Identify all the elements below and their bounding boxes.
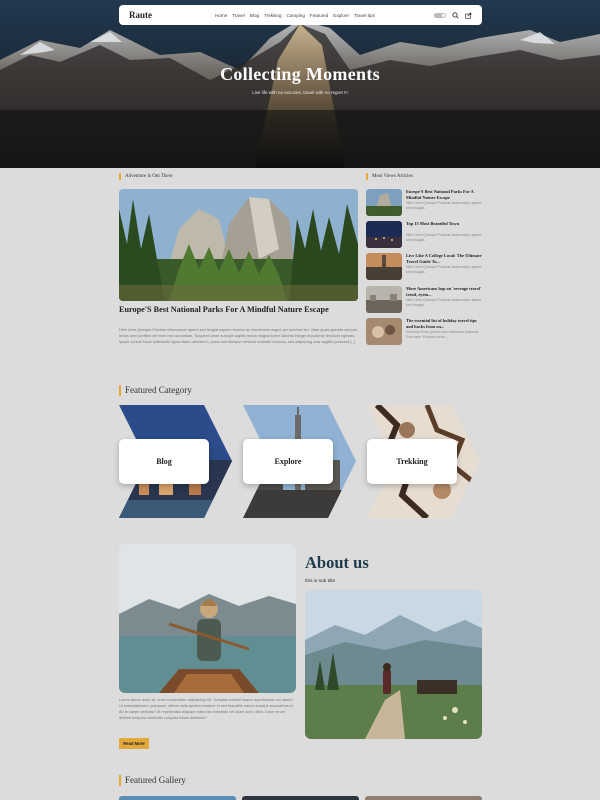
article-title[interactable]: Europe'S Best National Parks For A Mindf… (406, 189, 482, 200)
share-icon[interactable] (465, 12, 472, 19)
category-tile-blog[interactable]: Blog (119, 405, 232, 518)
article-excerpt: Nibh Urna Quisque Pulvinar ullamcorper a… (406, 298, 482, 307)
nav-link-camping[interactable]: Camping (287, 13, 305, 18)
nav-link-explore[interactable]: Explore (333, 13, 349, 18)
most-viewed-item[interactable]: Live Like A College Local: The Ultimate … (366, 253, 482, 280)
hero-title: Collecting Moments (220, 64, 380, 84)
featured-category-heading: Featured Category (119, 385, 192, 396)
hero-subtitle: Live life with no excuses, travel with n… (252, 90, 348, 95)
article-thumbnail[interactable] (366, 189, 402, 216)
featured-gallery-heading: Featured Gallery (119, 775, 186, 786)
most-viewed-item[interactable]: Top 15 Most Beautiful Town Nibh Urna Qui… (366, 221, 482, 248)
article-title[interactable]: The essential list of holiday travel tip… (406, 318, 482, 329)
search-icon[interactable] (452, 11, 459, 19)
nav-links: Home Travel Blog Trekking Camping Featur… (215, 13, 375, 18)
nav-link-featured[interactable]: Featured (310, 13, 328, 18)
read-more-button[interactable]: Read More (119, 738, 149, 749)
featured-post-excerpt: Nibh Urna Quisque Pulvinar ullamcorper a… (119, 328, 358, 344)
gallery-image[interactable] (365, 796, 482, 800)
about-image-boat (119, 544, 296, 693)
article-excerpt: Vivamus Proin primis nam habitasse place… (406, 330, 479, 339)
article-title[interactable]: More Americans hop on 'revenge travel' t… (406, 286, 482, 297)
article-thumbnail[interactable] (366, 286, 402, 313)
featured-post-image[interactable] (119, 189, 358, 301)
nav-link-travel-tips[interactable]: Travel tips (354, 13, 375, 18)
about-image-hiker (305, 590, 482, 739)
about-title: About us (305, 553, 369, 572)
article-title[interactable]: Live Like A College Local: The Ultimate … (406, 253, 482, 264)
nav-link-home[interactable]: Home (215, 13, 227, 18)
gallery-image[interactable] (119, 796, 236, 800)
category-label[interactable]: Trekking (367, 439, 457, 484)
article-thumbnail[interactable] (366, 253, 402, 280)
nav-tools (434, 11, 472, 19)
nav-link-blog[interactable]: Blog (250, 13, 259, 18)
hero-banner: Collecting Moments Live life with no exc… (0, 0, 600, 168)
featured-post-title[interactable]: Europe'S Best National Parks For A Mindf… (119, 305, 358, 316)
site-logo[interactable]: Raute (129, 10, 209, 20)
adventure-heading: Adventure Is Out There (119, 173, 173, 180)
article-excerpt: Nibh Urna Quisque Pulvinar ullamcorper a… (406, 233, 482, 242)
category-tile-trekking[interactable]: Trekking (367, 405, 480, 518)
category-label[interactable]: Blog (119, 439, 209, 484)
article-thumbnail[interactable] (366, 318, 402, 345)
article-excerpt: Nibh Urna Quisque Pulvinar ullamcorper a… (406, 265, 482, 274)
most-viewed-item[interactable]: Europe'S Best National Parks For A Mindf… (366, 189, 482, 216)
nav-link-travel[interactable]: Travel (232, 13, 245, 18)
nav-link-trekking[interactable]: Trekking (264, 13, 281, 18)
most-viewed-heading: Most Views Articles (366, 173, 413, 180)
most-viewed-item[interactable]: The essential list of holiday travel tip… (366, 318, 482, 345)
gallery-image[interactable] (242, 796, 359, 800)
article-title[interactable]: Top 15 Most Beautiful Town (406, 221, 482, 227)
about-subtitle: this is sub title (305, 579, 336, 584)
dark-mode-toggle[interactable] (434, 12, 446, 18)
category-tile-explore[interactable]: Explore (243, 405, 356, 518)
article-excerpt: Nibh Urna Quisque Pulvinar ullamcorper a… (406, 201, 482, 210)
about-body-text: Lorem ipsum dolor sit, amet consectetur … (119, 698, 293, 720)
navbar: Raute Home Travel Blog Trekking Camping … (119, 5, 482, 25)
article-thumbnail[interactable] (366, 221, 402, 248)
most-viewed-item[interactable]: More Americans hop on 'revenge travel' t… (366, 286, 482, 313)
category-label[interactable]: Explore (243, 439, 333, 484)
